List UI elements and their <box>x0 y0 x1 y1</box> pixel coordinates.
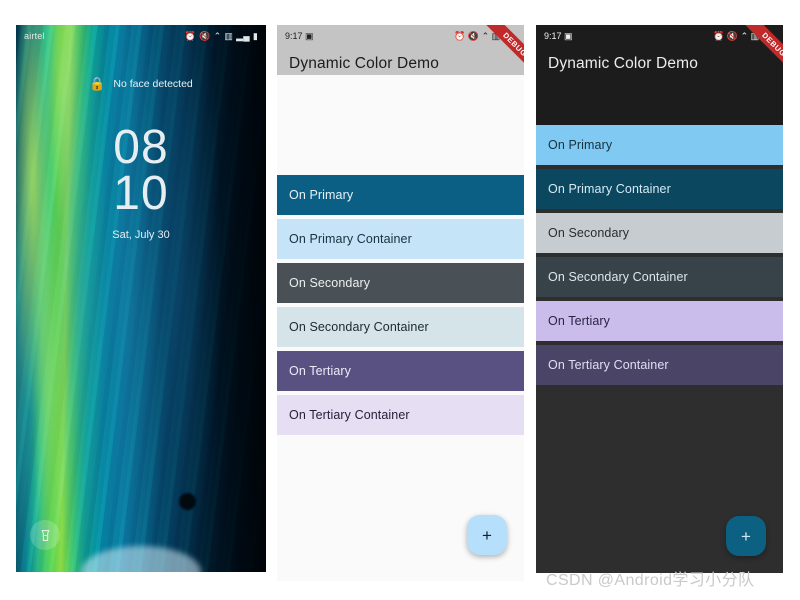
light-color-swatch-list: On Primary On Primary Container On Seconda… <box>277 175 524 439</box>
add-fab-button[interactable]: + <box>467 515 507 555</box>
signal-bars-icon: ▂▄ <box>236 30 250 41</box>
alarm-icon: ⏰ <box>454 31 466 41</box>
color-swatch-row[interactable]: On Secondary <box>536 213 783 253</box>
mute-icon: 🔇 <box>467 31 480 41</box>
wifi-icon: ⌃ <box>740 31 749 41</box>
plus-icon: + <box>482 525 492 545</box>
alarm-icon: ⏰ <box>184 30 197 41</box>
color-swatch-label: On Tertiary Container <box>548 358 669 372</box>
clock-hours: 08 <box>113 121 169 174</box>
dark-app-title: Dynamic Color Demo <box>548 55 698 72</box>
color-swatch-row[interactable]: On Tertiary <box>536 301 783 341</box>
color-swatch-label: On Secondary Container <box>289 320 429 334</box>
battery-icon: ▮ <box>252 30 258 41</box>
dark-status-bar: 9:17 ▣ ⏰ 🔇 ⌃ ▥ ▂▄ <box>536 25 783 47</box>
color-swatch-row[interactable]: On Tertiary Container <box>536 345 783 385</box>
screenshot-canvas: airtel ⏰ 🔇 ⌃ ▥ ▂▄ ▮ 🔒 No face detected 0… <box>0 0 800 600</box>
color-swatch-row[interactable]: On Primary <box>277 175 524 215</box>
signal-vo-icon: ▥ <box>750 31 760 41</box>
signal-vo-icon: ▥ <box>491 31 501 41</box>
color-swatch-label: On Secondary <box>548 226 630 240</box>
color-swatch-row[interactable]: On Tertiary <box>277 351 524 391</box>
lock-icon: 🔒 <box>89 76 106 91</box>
clock-date: Sat, July 30 <box>112 229 170 241</box>
signal-bars-icon: ▂▄ <box>761 31 775 41</box>
color-swatch-label: On Primary <box>548 138 613 152</box>
color-swatch-row[interactable]: On Secondary <box>277 263 524 303</box>
color-swatch-row[interactable]: On Tertiary Container <box>277 395 524 435</box>
status-time: 9:17 <box>285 31 303 41</box>
color-swatch-label: On Primary Container <box>289 232 412 246</box>
color-swatch-row[interactable]: On Primary <box>536 125 783 165</box>
mute-icon: 🔇 <box>726 31 739 41</box>
color-swatch-label: On Secondary <box>289 276 371 290</box>
phone-dark-theme-app: 9:17 ▣ ⏰ 🔇 ⌃ ▥ ▂▄ Dynamic Color Demo On … <box>536 25 783 573</box>
screen-record-icon: ▣ <box>305 31 314 41</box>
lock-clock: 08 10 Sat, July 30 <box>16 121 266 242</box>
wifi-icon: ⌃ <box>481 31 490 41</box>
add-fab-button[interactable]: + <box>726 516 766 556</box>
alarm-icon: ⏰ <box>713 31 725 41</box>
lock-wallpaper <box>16 25 266 572</box>
clock-minutes: 10 <box>113 167 169 220</box>
color-swatch-label: On Tertiary <box>289 364 352 378</box>
color-swatch-label: On Primary <box>289 188 354 202</box>
lock-status-bar: airtel ⏰ 🔇 ⌃ ▥ ▂▄ ▮ <box>16 25 266 47</box>
signal-vo-icon: ▥ <box>224 30 234 41</box>
wifi-icon: ⌃ <box>213 30 222 41</box>
color-swatch-label: On Secondary Container <box>548 270 688 284</box>
flashlight-glyph <box>41 529 49 541</box>
face-status-label: No face detected <box>113 77 193 90</box>
color-swatch-row[interactable]: On Primary Container <box>536 169 783 209</box>
phone-light-theme-app: 9:17 ▣ ⏰ 🔇 ⌃ ▥ ▂▄ Dynamic Color Demo On … <box>277 25 524 581</box>
wallpaper-camera-dot <box>179 493 196 510</box>
light-app-title: Dynamic Color Demo <box>289 55 439 72</box>
color-swatch-row[interactable]: On Secondary Container <box>277 307 524 347</box>
color-swatch-label: On Tertiary Container <box>289 408 410 422</box>
color-swatch-row[interactable]: On Primary Container <box>277 219 524 259</box>
watermark: CSDN @Android学习小分队 <box>546 572 755 589</box>
plus-icon: + <box>741 526 751 546</box>
face-unlock-status: 🔒 No face detected <box>16 77 266 90</box>
mute-icon: 🔇 <box>199 30 211 41</box>
color-swatch-row[interactable]: On Secondary Container <box>536 257 783 297</box>
flashlight-icon[interactable] <box>30 520 60 550</box>
phone-lock-screen: airtel ⏰ 🔇 ⌃ ▥ ▂▄ ▮ 🔒 No face detected 0… <box>16 25 266 572</box>
color-swatch-label: On Primary Container <box>548 182 671 196</box>
color-swatch-label: On Tertiary <box>548 314 611 328</box>
light-status-bar: 9:17 ▣ ⏰ 🔇 ⌃ ▥ ▂▄ <box>277 25 524 47</box>
dark-color-swatch-list: On Primary On Primary Container On Seconda… <box>536 125 783 389</box>
signal-bars-icon: ▂▄ <box>502 31 516 41</box>
carrier-label: airtel <box>24 31 45 41</box>
screen-record-icon: ▣ <box>564 31 573 41</box>
status-time: 9:17 <box>544 31 562 41</box>
